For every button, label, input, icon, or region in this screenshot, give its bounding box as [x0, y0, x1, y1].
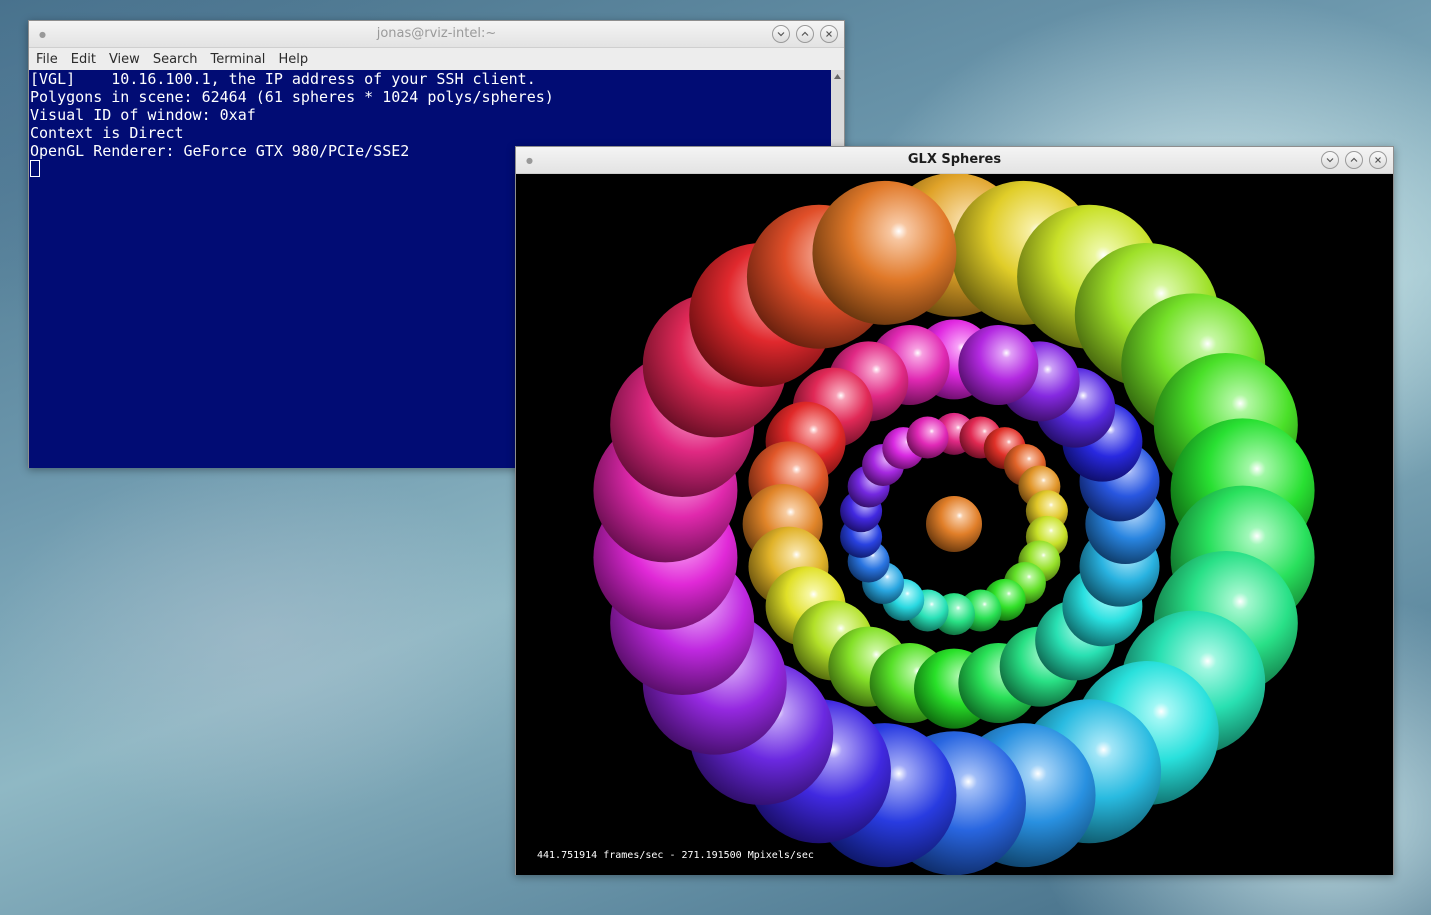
chevron-up-icon [1350, 157, 1358, 162]
text-cursor [30, 160, 40, 177]
chevron-down-icon [1326, 158, 1334, 163]
minimize-button[interactable] [772, 25, 790, 43]
fps-readout: 441.751914 frames/sec - 271.191500 Mpixe… [537, 850, 814, 861]
scroll-up-icon[interactable] [833, 72, 842, 81]
chevron-up-icon [801, 31, 809, 36]
glx-spheres-window[interactable]: ● GLX Spheres 441.751914 frames/sec - 27… [515, 146, 1394, 875]
terminal-line: [VGL] 10.16.100.1, the IP address of you… [30, 70, 536, 88]
close-icon [826, 31, 832, 37]
sphere [812, 180, 957, 325]
terminal-line: Polygons in scene: 62464 (61 spheres * 1… [30, 88, 554, 106]
glx-title: GLX Spheres [907, 152, 1002, 167]
close-button[interactable] [820, 25, 838, 43]
close-button[interactable] [1369, 151, 1387, 169]
sphere [926, 496, 982, 552]
menu-help[interactable]: Help [278, 52, 308, 67]
spheres-render [593, 174, 1315, 875]
menu-edit[interactable]: Edit [71, 52, 96, 67]
glx-titlebar[interactable]: ● GLX Spheres [516, 147, 1393, 174]
sphere [958, 324, 1039, 405]
minimize-button[interactable] [1321, 151, 1339, 169]
close-icon [1375, 157, 1381, 163]
maximize-button[interactable] [1345, 151, 1363, 169]
menu-terminal[interactable]: Terminal [210, 52, 265, 67]
chevron-down-icon [777, 32, 785, 37]
sphere [906, 416, 949, 459]
opengl-canvas[interactable]: 441.751914 frames/sec - 271.191500 Mpixe… [516, 174, 1393, 875]
maximize-button[interactable] [796, 25, 814, 43]
menu-search[interactable]: Search [153, 52, 198, 67]
menu-view[interactable]: View [109, 52, 140, 67]
terminal-line: Context is Direct [30, 124, 184, 142]
terminal-menubar: File Edit View Search Terminal Help [29, 48, 844, 70]
terminal-title: jonas@rviz-intel:~ [376, 26, 497, 41]
terminal-line: Visual ID of window: 0xaf [30, 106, 256, 124]
menu-file[interactable]: File [36, 52, 58, 67]
terminal-titlebar[interactable]: ● jonas@rviz-intel:~ [29, 21, 844, 48]
